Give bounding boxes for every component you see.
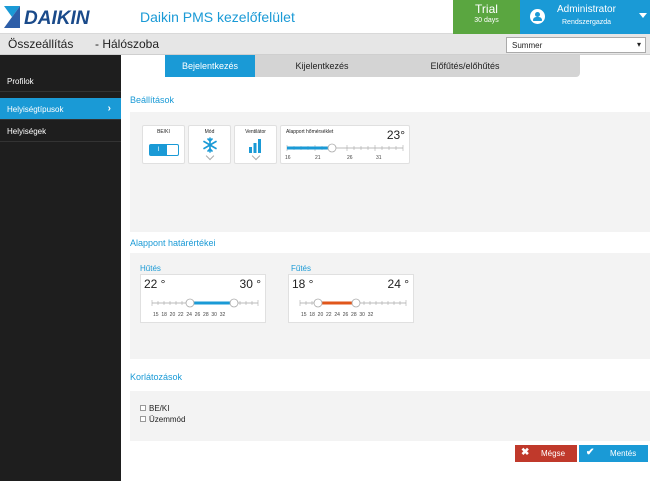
tick-label: 31 — [376, 155, 382, 161]
top-bar: DAIKIN Daikin PMS kezelőfelület Trial 30… — [0, 0, 650, 34]
user-name: Administrator — [557, 4, 616, 15]
cancel-button[interactable]: ✖ Mégse — [515, 445, 577, 462]
sidebar-item-label: Helyiségek — [7, 127, 47, 136]
heating-range-slider[interactable] — [298, 297, 408, 309]
check-icon: ✔ — [586, 447, 595, 458]
heating-label: Fűtés — [291, 264, 312, 273]
chevron-down-icon[interactable] — [639, 13, 647, 18]
section-title-settings: Beállítások — [130, 95, 175, 105]
fan-label: Ventilátor — [245, 129, 266, 135]
season-select-value: Summer — [512, 41, 543, 50]
tab-bar: Bejelentkezés Kijelentkezés Előfűtés/elő… — [165, 55, 580, 77]
tab-logout[interactable]: Kijelentkezés — [277, 55, 367, 77]
slider-handle-min[interactable] — [185, 298, 195, 308]
user-icon — [530, 9, 545, 24]
breadcrumb-page: - Hálószoba — [95, 37, 160, 51]
app-title: Daikin PMS kezelőfelület — [140, 9, 295, 25]
sidebar-item-label: Profilok — [7, 77, 34, 86]
onoff-label: BE/KI — [157, 129, 170, 135]
scale-ticks: 15 18 20 22 24 26 28 30 32 — [153, 312, 226, 318]
sidebar-item-profiles[interactable]: Profilok — [0, 70, 121, 92]
restrictions-panel: BE/KI Üzemmód — [130, 391, 650, 441]
heating-min: 18 ° — [292, 277, 314, 291]
cooling-label: Hűtés — [140, 264, 161, 273]
user-menu[interactable]: Administrator Rendszergazda — [520, 0, 650, 34]
breadcrumb-bar: Összeállítás - Hálószoba Summer ▾ — [0, 34, 650, 55]
snowflake-icon — [203, 137, 217, 153]
restriction-label: Üzemmód — [149, 415, 186, 424]
slider-handle-max[interactable] — [229, 298, 239, 308]
fan-card[interactable]: Ventilátor — [234, 125, 277, 164]
cooling-range-card: 22 ° 30 ° 15 18 20 22 24 26 28 30 32 — [140, 274, 266, 323]
tick-label: 16 — [285, 155, 291, 161]
setpoint-slider[interactable] — [285, 143, 405, 153]
save-button[interactable]: ✔ Mentés — [579, 445, 648, 462]
trial-badge[interactable]: Trial 30 days — [453, 0, 520, 34]
cooling-max: 30 ° — [239, 277, 261, 291]
mode-label: Mód — [204, 129, 215, 135]
restriction-label: BE/KI — [149, 404, 170, 413]
heating-max: 24 ° — [387, 277, 409, 291]
trial-days: 30 days — [474, 17, 499, 24]
chevron-down-icon — [205, 151, 215, 161]
onoff-toggle[interactable]: I — [149, 144, 179, 156]
trial-label: Trial — [475, 2, 498, 16]
slider-handle-max[interactable] — [351, 298, 361, 308]
scale-ticks: 15 18 20 22 24 26 28 30 32 — [301, 312, 374, 318]
sidebar-item-room-types[interactable]: Helyiségtípusok › — [0, 98, 121, 120]
tick-label: 26 — [347, 155, 353, 161]
sidebar: Profilok Helyiségtípusok › Helyiségek — [0, 55, 121, 481]
chevron-right-icon: › — [107, 103, 111, 114]
settings-panel: BE/KI I Mód Ventilátor Alapport hőmérsék… — [130, 112, 650, 232]
main-content: Bejelentkezés Kijelentkezés Előfűtés/elő… — [121, 55, 650, 481]
setpoint-card: Alapport hőmérséklet 23° 16 21 26 31 — [280, 125, 410, 164]
breadcrumb-root[interactable]: Összeállítás — [8, 37, 73, 51]
sidebar-item-rooms[interactable]: Helyiségek — [0, 120, 121, 142]
section-title-limits: Alappont határértékei — [130, 238, 216, 248]
cooling-range-slider[interactable] — [150, 297, 260, 309]
svg-text:DAIKIN: DAIKIN — [24, 8, 91, 28]
user-role: Rendszergazda — [562, 19, 612, 26]
tick-label: 21 — [315, 155, 321, 161]
onoff-card: BE/KI I — [142, 125, 185, 164]
setpoint-value: 23° — [386, 128, 405, 142]
slider-handle-min[interactable] — [313, 298, 323, 308]
checkbox[interactable] — [140, 404, 146, 411]
restriction-onoff[interactable]: BE/KI — [140, 404, 169, 413]
season-select[interactable]: Summer ▾ — [506, 37, 646, 53]
slider-handle[interactable] — [327, 143, 337, 153]
sidebar-item-label: Helyiségtípusok — [7, 105, 64, 114]
limits-panel: Hűtés 22 ° 30 ° 15 18 20 22 24 26 28 30 … — [130, 253, 650, 359]
chevron-down-icon — [251, 151, 261, 161]
cooling-min: 22 ° — [144, 277, 166, 291]
tab-preheat[interactable]: Előfűtés/előhűtés — [405, 55, 525, 77]
checkbox[interactable] — [140, 415, 146, 422]
restriction-mode[interactable]: Üzemmód — [140, 415, 185, 424]
setpoint-label: Alapport hőmérséklet — [286, 129, 334, 135]
close-icon: ✖ — [521, 447, 530, 458]
chevron-down-icon: ▾ — [636, 40, 641, 49]
heating-range-card: 18 ° 24 ° 15 18 20 22 24 26 28 30 32 — [288, 274, 414, 323]
save-label: Mentés — [610, 449, 637, 458]
tab-login[interactable]: Bejelentkezés — [165, 55, 255, 77]
onoff-toggle-state: I — [150, 145, 167, 155]
mode-card[interactable]: Mód — [188, 125, 231, 164]
cancel-label: Mégse — [541, 449, 566, 458]
daikin-logo: DAIKIN — [4, 6, 91, 28]
section-title-restrictions: Korlátozások — [130, 372, 183, 382]
